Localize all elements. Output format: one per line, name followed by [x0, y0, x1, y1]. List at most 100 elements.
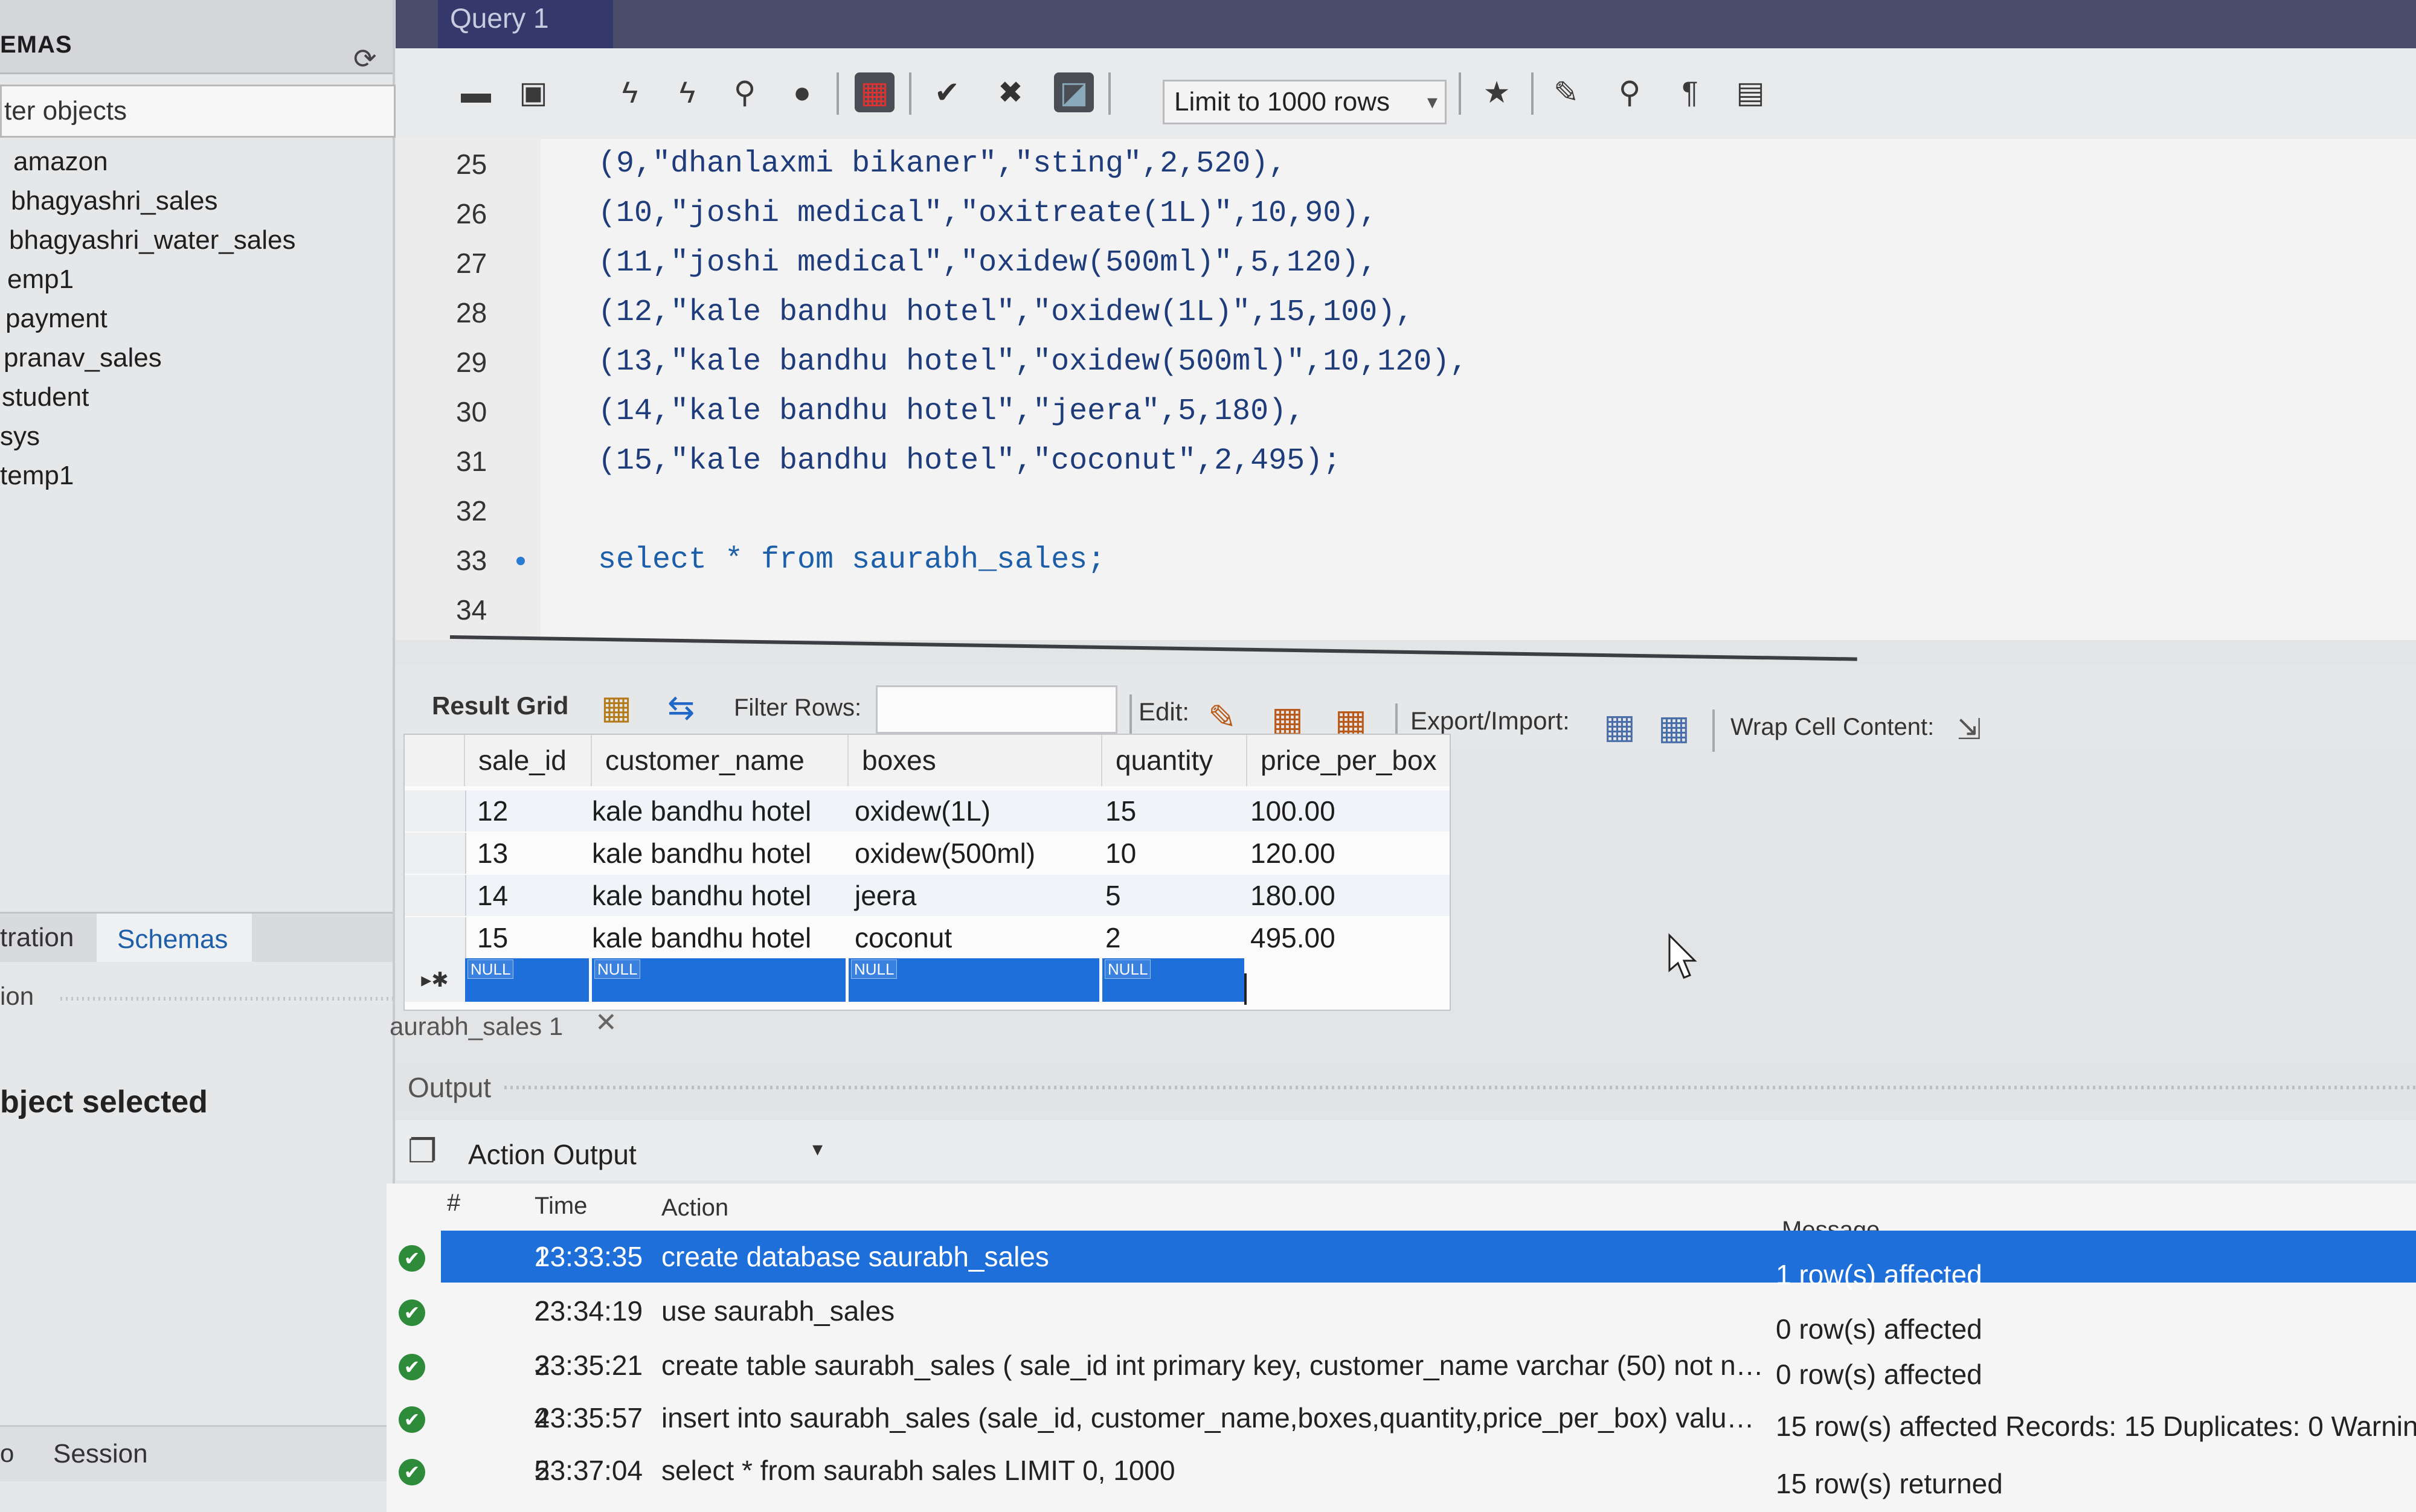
- stop-icon[interactable]: ●: [782, 72, 822, 112]
- invisible-chars-icon[interactable]: ¶: [1670, 72, 1710, 112]
- auto-commit-icon[interactable]: ◪: [1054, 72, 1094, 112]
- null-cell[interactable]: NULL: [1102, 958, 1244, 1002]
- close-icon[interactable]: ✕: [595, 1007, 617, 1038]
- table-row[interactable]: 13 kale bandhu hotel oxidew(500ml) 10 12…: [405, 833, 1450, 874]
- success-check-icon: ✔: [399, 1406, 425, 1433]
- null-cell[interactable]: NULL: [465, 958, 589, 1002]
- filter-objects-input[interactable]: ter objects: [0, 85, 396, 138]
- column-header-customer-name[interactable]: customer_name: [592, 735, 849, 786]
- row-header[interactable]: [405, 790, 466, 831]
- new-row-marker-icon: ▸✱: [405, 958, 466, 1002]
- execute-lightning-icon[interactable]: ϟ: [610, 72, 650, 112]
- null-badge: NULL: [594, 959, 641, 979]
- cell-quantity[interactable]: 5: [1105, 875, 1121, 916]
- commit-icon[interactable]: ✔: [927, 72, 967, 112]
- output-header-dots: [504, 1086, 2416, 1089]
- table-row[interactable]: 15 kale bandhu hotel coconut 2 495.00: [405, 917, 1450, 958]
- schema-item[interactable]: sys: [0, 417, 387, 456]
- execute-current-icon[interactable]: ϟ: [667, 72, 707, 112]
- cell-quantity[interactable]: 2: [1105, 917, 1121, 958]
- column-header-time: Time: [535, 1193, 588, 1219]
- open-folder-icon[interactable]: ▬: [456, 72, 496, 112]
- wrap-content-icon[interactable]: ⇲: [1957, 713, 1981, 746]
- rollback-icon[interactable]: ✖: [991, 72, 1030, 112]
- edit-row-icon[interactable]: ✎: [1208, 697, 1236, 737]
- row-header[interactable]: [405, 833, 466, 874]
- line-number: 31: [456, 446, 487, 477]
- export-icon[interactable]: ▦: [1604, 706, 1636, 746]
- output-type-select[interactable]: Action Output: [468, 1138, 637, 1171]
- grid-view-icon[interactable]: ▦: [601, 688, 632, 726]
- cell-sale-id[interactable]: 14: [477, 875, 508, 916]
- sql-editor[interactable]: 25 (9,"dhanlaxmi bikaner","sting",2,520)…: [396, 139, 2416, 640]
- schema-item[interactable]: payment: [0, 299, 387, 338]
- save-icon[interactable]: ▣: [513, 72, 553, 112]
- output-row[interactable]: ✔ 4 23:35:57 insert into saurabh_sales (…: [387, 1392, 2416, 1444]
- limit-rows-select[interactable]: Limit to 1000 rows ▾: [1163, 80, 1447, 124]
- output-row[interactable]: ✔ 5 23:37:04 select * from saurabh sales…: [387, 1444, 2416, 1499]
- cell-sale-id[interactable]: 12: [477, 790, 508, 831]
- result-grid-label[interactable]: Result Grid: [432, 691, 568, 720]
- copy-icon[interactable]: ❐: [408, 1132, 437, 1170]
- cell-boxes[interactable]: oxidew(500ml): [855, 833, 1035, 874]
- import-icon[interactable]: ▦: [1658, 708, 1690, 748]
- cell-price-per-box[interactable]: 495.00: [1250, 917, 1335, 958]
- cell-boxes[interactable]: coconut: [855, 917, 952, 958]
- refresh-icon[interactable]: ⟳: [353, 42, 377, 75]
- output-row[interactable]: ✔ 3 23:35:21 create table saurabh_sales …: [387, 1339, 2416, 1391]
- tab-schemas[interactable]: Schemas: [97, 914, 252, 962]
- bookmark-star-icon[interactable]: ★: [1477, 72, 1517, 112]
- table-row[interactable]: 12 kale bandhu hotel oxidew(1L) 15 100.0…: [405, 790, 1450, 831]
- wrap-lines-icon[interactable]: ▤: [1730, 72, 1770, 112]
- mouse-pointer-icon: [1668, 933, 1697, 979]
- null-badge: NULL: [851, 959, 898, 979]
- output-row[interactable]: ✔ 1 23:33:35 create database saurabh_sal…: [387, 1231, 2416, 1290]
- cell-price-per-box[interactable]: 100.00: [1250, 790, 1335, 831]
- schema-item[interactable]: bhagyashri_sales: [0, 181, 387, 220]
- cell-sale-id[interactable]: 15: [477, 917, 508, 958]
- schema-item[interactable]: amazon: [0, 142, 387, 181]
- cell-customer-name[interactable]: kale bandhu hotel: [592, 917, 811, 958]
- result-tab[interactable]: aurabh_sales 1: [390, 1005, 563, 1048]
- schema-item[interactable]: student: [0, 377, 387, 417]
- cell-price-per-box[interactable]: 180.00: [1250, 875, 1335, 916]
- refresh-icon[interactable]: ⇆: [667, 688, 695, 726]
- find-icon[interactable]: ⚲: [1610, 72, 1650, 112]
- chevron-down-icon[interactable]: ▾: [812, 1137, 823, 1161]
- beautify-icon[interactable]: ✎: [1546, 72, 1586, 112]
- tab-object-info[interactable]: o: [0, 1439, 14, 1468]
- null-cell[interactable]: NULL: [849, 958, 1099, 1002]
- schema-item[interactable]: temp1: [0, 456, 387, 495]
- explain-icon[interactable]: ⚲: [725, 72, 765, 112]
- new-row[interactable]: ▸✱ NULL NULL NULL NULL: [405, 958, 1450, 1002]
- filter-rows-input[interactable]: [876, 685, 1117, 734]
- cell-customer-name[interactable]: kale bandhu hotel: [592, 875, 811, 916]
- tab-session[interactable]: Session: [53, 1439, 148, 1469]
- toggle-output-icon[interactable]: ▦: [855, 72, 895, 112]
- code-line: 34: [396, 585, 2416, 635]
- row-header[interactable]: [405, 917, 466, 958]
- schema-item[interactable]: pranav_sales: [0, 338, 387, 377]
- cell-customer-name[interactable]: kale bandhu hotel: [592, 790, 811, 831]
- table-row[interactable]: 14 kale bandhu hotel jeera 5 180.00: [405, 875, 1450, 916]
- cell-quantity[interactable]: 10: [1105, 833, 1136, 874]
- cell-boxes[interactable]: oxidew(1L): [855, 790, 991, 831]
- tab-query-1[interactable]: Query 1: [438, 0, 613, 48]
- cell-customer-name[interactable]: kale bandhu hotel: [592, 833, 811, 874]
- column-header-price-per-box[interactable]: price_per_box: [1247, 735, 1450, 786]
- cell-boxes[interactable]: jeera: [855, 875, 916, 916]
- output-row[interactable]: ✔ 2 23:34:19 use saurabh_sales 0 row(s) …: [387, 1285, 2416, 1345]
- column-header-quantity[interactable]: quantity: [1102, 735, 1247, 786]
- line-number: 28: [456, 297, 487, 328]
- cell-sale-id[interactable]: 13: [477, 833, 508, 874]
- column-header-sale-id[interactable]: sale_id: [465, 735, 592, 786]
- cell-price-per-box[interactable]: 120.00: [1250, 833, 1335, 874]
- row-header[interactable]: [405, 875, 466, 916]
- tab-administration[interactable]: tration: [0, 914, 86, 962]
- schema-item[interactable]: emp1: [0, 260, 387, 299]
- column-header-boxes[interactable]: boxes: [849, 735, 1102, 786]
- null-cell[interactable]: NULL: [592, 958, 846, 1002]
- cell-quantity[interactable]: 15: [1105, 790, 1136, 831]
- toolbar-separator: [837, 72, 839, 115]
- schema-item[interactable]: bhagyashri_water_sales: [0, 220, 387, 260]
